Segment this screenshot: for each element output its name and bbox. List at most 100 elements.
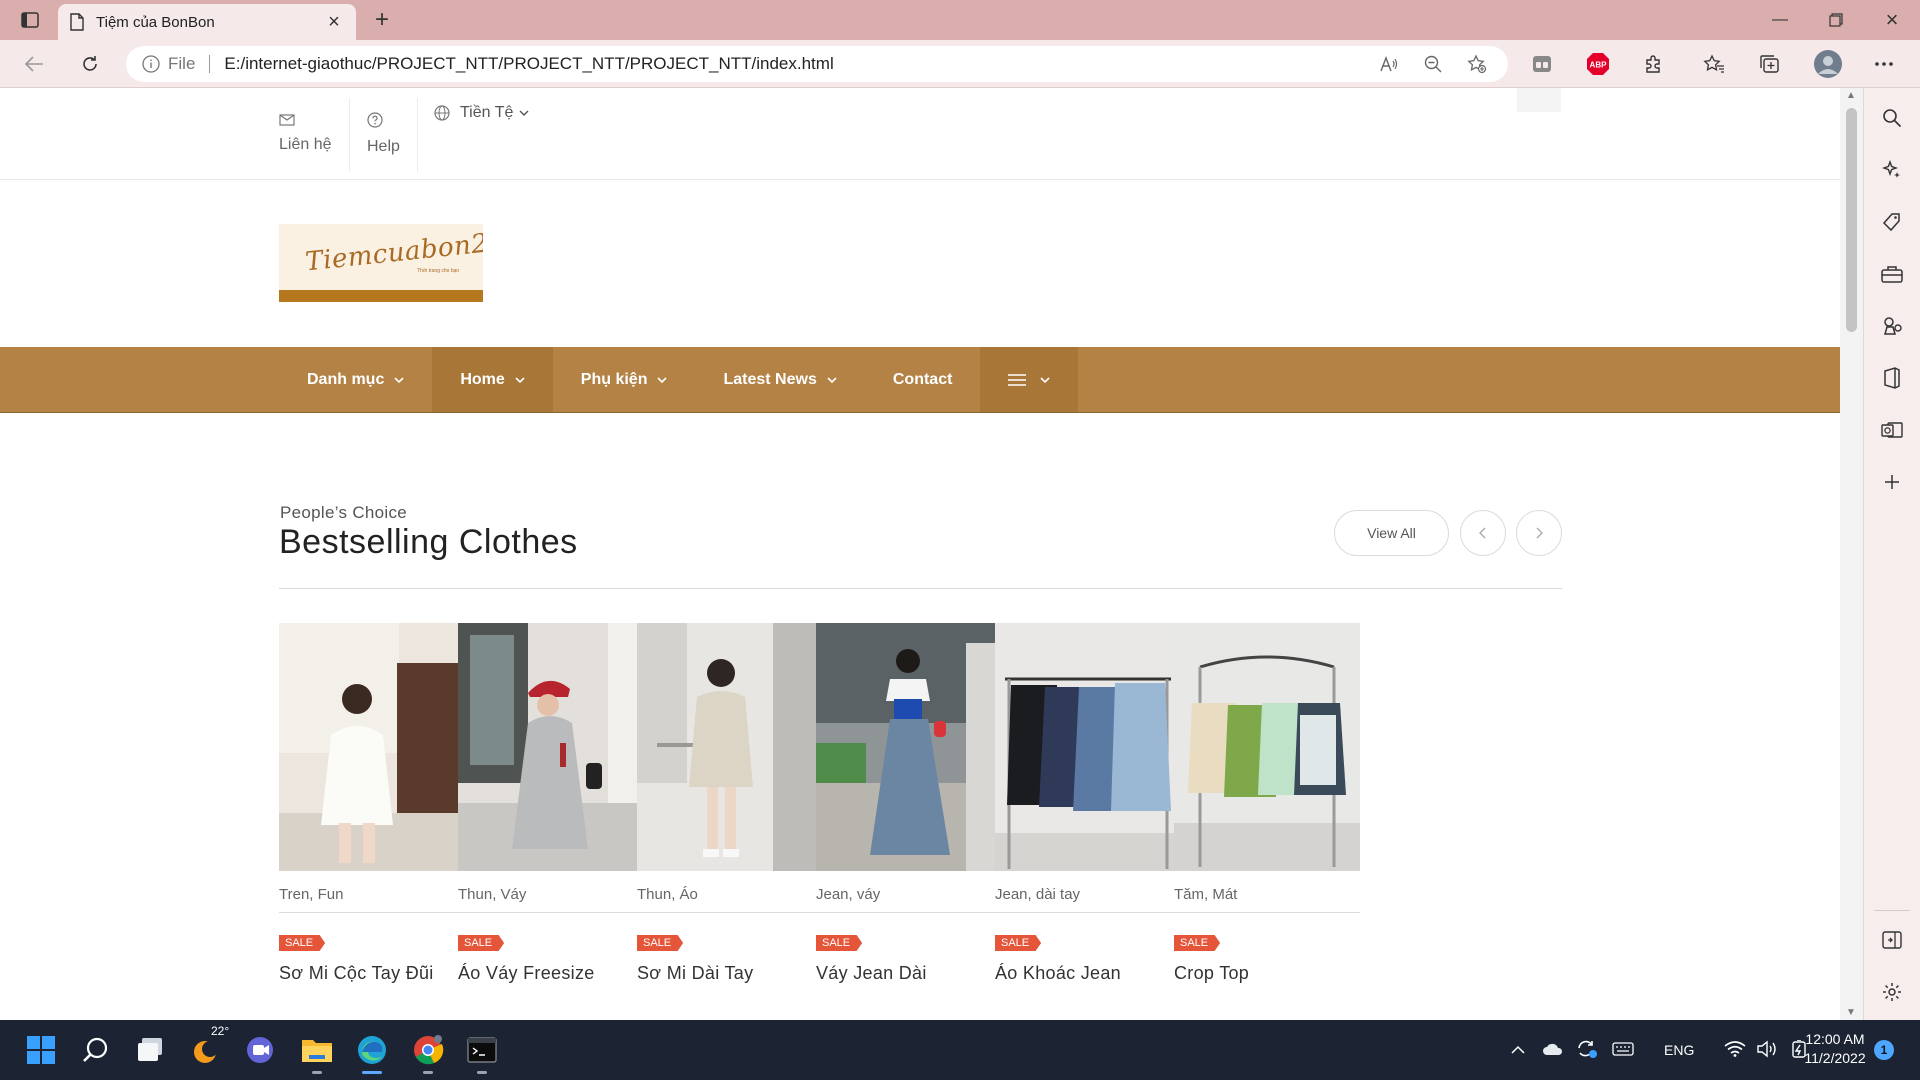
nav-item-home[interactable]: Home [432, 347, 553, 412]
info-icon[interactable] [142, 55, 160, 73]
wifi-button[interactable] [1724, 1040, 1746, 1060]
carousel-next-button[interactable] [1516, 510, 1562, 556]
product-image[interactable] [1174, 623, 1360, 871]
carousel-prev-button[interactable] [1460, 510, 1506, 556]
file-explorer-button[interactable] [297, 1030, 337, 1074]
profile-button[interactable] [1812, 48, 1844, 80]
sidebar-settings-button[interactable] [1878, 978, 1906, 1006]
speaker-icon [1757, 1040, 1777, 1057]
nav-item-latest-news[interactable]: Latest News [695, 347, 864, 412]
sidebar-search-button[interactable] [1878, 104, 1906, 132]
clock-date: 11/2/2022 [1804, 1050, 1866, 1066]
product-image[interactable] [458, 623, 644, 871]
new-tab-button[interactable]: + [368, 6, 396, 34]
product-name[interactable]: Váy Jean Dài [816, 963, 1002, 984]
notification-badge[interactable]: 1 [1874, 1040, 1894, 1060]
collections-button[interactable] [1754, 48, 1786, 80]
scroll-thumb[interactable] [1846, 108, 1857, 332]
settings-more-button[interactable] [1868, 48, 1900, 80]
chrome-taskbar-button[interactable] [408, 1030, 448, 1074]
extensions-button[interactable] [1638, 48, 1670, 80]
product-card[interactable]: Tren, Fun SALE Sơ Mi Cộc Tay Đũi [279, 623, 465, 984]
product-name[interactable]: Sơ Mi Dài Tay [637, 963, 823, 984]
browser-tab-active[interactable]: Tiệm của BonBon × [58, 4, 356, 40]
product-card[interactable]: Tăm, Mát SALE Crop Top [1174, 623, 1360, 984]
restore-button[interactable] [1808, 0, 1864, 40]
read-aloud-button[interactable] [1374, 49, 1404, 79]
zoom-out-button[interactable] [1418, 49, 1448, 79]
contact-link[interactable]: Liên hệ [279, 88, 332, 180]
product-category[interactable]: Jean, váy [816, 886, 1002, 913]
nav-item-phu-kien[interactable]: Phụ kiện [553, 347, 696, 412]
back-button[interactable] [18, 48, 50, 80]
sidebar-collapse-button[interactable] [1878, 926, 1906, 954]
taskbar-clock[interactable]: 12:00 AM 11/2/2022 [1800, 1030, 1870, 1068]
sync-status-button[interactable] [1576, 1039, 1598, 1062]
terminal-taskbar-button[interactable] [462, 1030, 502, 1074]
onedrive-button[interactable] [1542, 1042, 1564, 1059]
reload-button[interactable] [74, 48, 106, 80]
currency-dropdown[interactable]: Tiền Tệ [434, 104, 529, 122]
product-card[interactable]: Jean, dài tay SALE Áo Khoác Jean [995, 623, 1181, 984]
product-name[interactable]: Crop Top [1174, 963, 1360, 984]
scroll-up-arrow[interactable]: ▲ [1845, 90, 1857, 101]
sidebar-games-button[interactable] [1878, 312, 1906, 340]
product-category[interactable]: Thun, Áo [637, 886, 823, 913]
help-icon [367, 112, 383, 128]
start-button[interactable] [21, 1030, 61, 1070]
extension-button-1[interactable] [1526, 48, 1558, 80]
page-scrollbar[interactable]: ▲ ▼ [1840, 88, 1863, 1020]
sidebar-shopping-button[interactable] [1878, 208, 1906, 236]
edge-taskbar-button[interactable] [352, 1030, 392, 1074]
scroll-down-arrow[interactable]: ▼ [1845, 1007, 1857, 1018]
product-category[interactable]: Jean, dài tay [995, 886, 1181, 913]
widgets-weather-button[interactable]: 22° [187, 1024, 229, 1070]
close-window-button[interactable]: × [1864, 0, 1920, 40]
sidebar-discover-button[interactable] [1878, 156, 1906, 184]
nav-more-menu[interactable] [980, 347, 1079, 412]
nav-item-contact[interactable]: Contact [865, 347, 981, 412]
sidebar-add-button[interactable] [1878, 468, 1906, 496]
product-category[interactable]: Tren, Fun [279, 886, 465, 913]
task-view-button[interactable] [131, 1030, 171, 1070]
tab-actions-button[interactable] [14, 8, 46, 32]
site-logo[interactable]: Tiemcuabon2 Thời trang cho bạn [279, 224, 483, 302]
help-link[interactable]: Help [367, 88, 400, 180]
product-category[interactable]: Tăm, Mát [1174, 886, 1360, 913]
taskbar-search-button[interactable] [76, 1030, 116, 1070]
nav-item-danh-muc[interactable]: Danh mục [279, 347, 432, 412]
adblock-icon: ABP [1587, 53, 1609, 75]
show-hidden-icons-button[interactable] [1510, 1042, 1526, 1058]
volume-button[interactable] [1756, 1040, 1778, 1061]
product-name[interactable]: Sơ Mi Cộc Tay Đũi [279, 963, 465, 984]
teams-chat-button[interactable] [241, 1030, 281, 1070]
add-favorite-button[interactable] [1462, 49, 1492, 79]
product-image[interactable] [279, 623, 465, 871]
sidebar-tools-button[interactable] [1878, 260, 1906, 288]
url-text[interactable]: E:/internet-giaothuc/PROJECT_NTT/PROJECT… [224, 54, 1360, 74]
sidebar-office-button[interactable] [1878, 364, 1906, 392]
sidebar-outlook-button[interactable] [1878, 416, 1906, 444]
svg-text:ABP: ABP [1590, 61, 1608, 70]
adblock-extension-button[interactable]: ABP [1582, 48, 1614, 80]
product-category[interactable]: Thun, Váy [458, 886, 644, 913]
product-image[interactable] [995, 623, 1181, 871]
product-image[interactable] [816, 623, 1002, 871]
product-carousel: Tren, Fun SALE Sơ Mi Cộc Tay Đũi Thun, V… [279, 623, 1563, 1020]
product-name[interactable]: Áo Khoác Jean [995, 963, 1181, 984]
keyboard-button[interactable] [1612, 1041, 1634, 1059]
toolbox-icon [1881, 266, 1903, 283]
product-name[interactable]: Áo Váy Freesize [458, 963, 644, 984]
product-card[interactable]: Jean, váy SALE Váy Jean Dài [816, 623, 1002, 984]
minimize-button[interactable]: — [1752, 0, 1808, 40]
view-all-button[interactable]: View All [1334, 510, 1449, 556]
address-bar[interactable]: File E:/internet-giaothuc/PROJECT_NTT/PR… [126, 46, 1508, 82]
chevron-down-icon [827, 376, 837, 383]
product-card[interactable]: Thun, Váy SALE Áo Váy Freesize [458, 623, 644, 984]
search-icon [1883, 109, 1902, 128]
input-language[interactable]: ENG [1664, 1042, 1694, 1058]
favorites-button[interactable] [1698, 48, 1730, 80]
tab-close-icon[interactable]: × [324, 11, 344, 34]
product-image[interactable] [637, 623, 823, 871]
product-card[interactable]: Thun, Áo SALE Sơ Mi Dài Tay [637, 623, 823, 984]
